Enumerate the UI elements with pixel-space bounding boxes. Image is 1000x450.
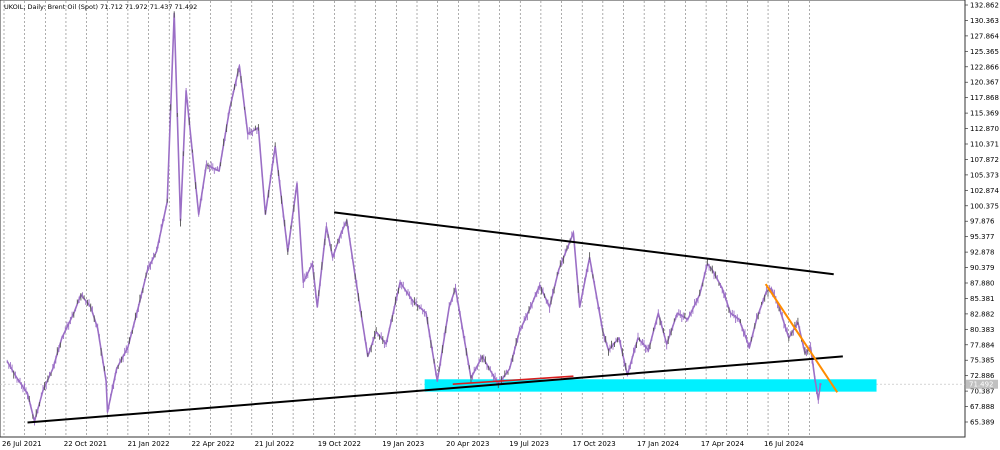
plot-area: [0, 0, 966, 438]
y-tick-label: 100.375: [970, 202, 999, 210]
x-tick-label: 17 Apr 2024: [701, 440, 745, 448]
x-tick-label: 17 Oct 2023: [572, 440, 615, 448]
y-tick-label: 97.876: [970, 218, 995, 226]
y-tick-label: 107.872: [970, 156, 999, 164]
y-tick-label: 87.880: [970, 280, 995, 288]
x-tick-label: 20 Apr 2023: [446, 440, 489, 448]
x-tick-label: 22 Oct 2021: [64, 440, 107, 448]
x-tick-label: 19 Oct 2022: [318, 440, 361, 448]
y-tick-label: 92.878: [970, 249, 995, 257]
x-tick-label: 26 Jul 2021: [2, 440, 42, 448]
y-tick-label: 112.870: [970, 125, 999, 133]
y-tick-label: 95.377: [970, 233, 995, 241]
y-tick-label: 115.369: [970, 110, 999, 118]
chart-title: UKOIL, Daily: Brent Oil (Spot) 71.712 71…: [4, 3, 197, 11]
last-price-point: [819, 383, 822, 386]
y-tick-label: 132.862: [970, 2, 999, 10]
price-chart[interactable]: 26 Jul 2021 22 Oct 2021 21 Jan 2022 22 Apr …: [0, 0, 1000, 450]
y-tick-label: 82.882: [970, 310, 995, 318]
y-tick-label: 90.379: [970, 264, 995, 272]
y-tick-label: 122.866: [970, 63, 999, 71]
y-tick-label: 70.387: [970, 388, 995, 396]
y-tick-label: 110.371: [970, 141, 999, 149]
y-tick-label: 102.874: [970, 187, 999, 195]
y-tick-label: 67.888: [970, 403, 995, 411]
y-tick-label: 80.383: [970, 326, 995, 334]
y-tick-label: 127.864: [970, 32, 999, 40]
y-tick-label: 75.385: [970, 357, 995, 365]
y-tick-label: 120.367: [970, 79, 999, 87]
y-tick-label: 85.381: [970, 295, 995, 303]
chart-svg: 26 Jul 2021 22 Oct 2021 21 Jan 2022 22 Apr …: [0, 0, 999, 448]
y-tick-label: 77.884: [970, 341, 995, 349]
y-tick-label: 117.868: [970, 94, 999, 102]
y-tick-label: 65.389: [970, 419, 995, 427]
y-tick-label: 105.373: [970, 171, 999, 179]
x-tick-label: 19 Jan 2023: [382, 440, 424, 448]
y-tick-label: 125.365: [970, 48, 999, 56]
x-tick-label: 16 Jul 2024: [764, 440, 804, 448]
price-label: 71.492: [969, 381, 994, 389]
y-tick-label: 72.886: [970, 372, 995, 380]
x-tick-label: 19 Jul 2023: [509, 440, 549, 448]
x-tick-label: 21 Jul 2022: [255, 440, 295, 448]
x-tick-label: 22 Apr 2022: [191, 440, 234, 448]
y-tick-label: 130.363: [970, 17, 999, 25]
x-tick-label: 21 Jan 2022: [128, 440, 170, 448]
x-tick-label: 17 Jan 2024: [637, 440, 680, 448]
